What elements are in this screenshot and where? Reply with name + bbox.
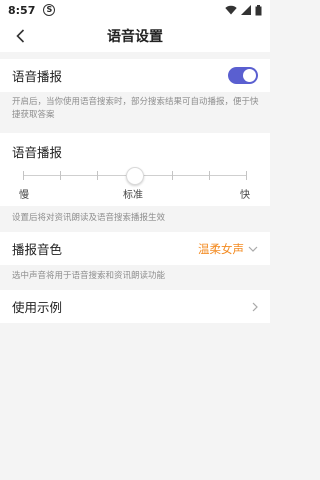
voice-broadcast-toggle[interactable]: [228, 67, 258, 84]
usage-examples-row[interactable]: 使用示例: [0, 290, 270, 323]
app-notification-icon: S: [43, 4, 56, 16]
cellular-signal-icon: [241, 5, 251, 15]
speed-slider-tick: [246, 171, 247, 180]
voice-tone-hint: 选中声音将用于语音搜索和资讯朗读功能: [12, 271, 166, 281]
voice-tone-value: 温柔女声: [198, 241, 244, 256]
status-bar: 8:57 S: [0, 0, 270, 20]
voice-broadcast-label: 语音播报: [12, 69, 63, 84]
speed-slider-tick: [23, 171, 24, 180]
usage-examples-label: 使用示例: [12, 300, 63, 315]
status-time: 8:57: [8, 3, 36, 17]
speed-option-standard[interactable]: 标准: [123, 186, 143, 201]
speed-option-slow[interactable]: 慢: [19, 186, 29, 201]
wifi-icon: [225, 5, 237, 15]
speed-hint: 设置后将对资讯朗读及语音搜索播报生效: [12, 213, 166, 223]
voice-tone-row[interactable]: 播报音色 温柔女声: [0, 232, 270, 265]
speed-slider-thumb[interactable]: [125, 167, 144, 185]
voice-tone-label: 播报音色: [12, 242, 63, 257]
speed-slider-tick: [97, 171, 98, 180]
speed-slider-tick: [172, 171, 173, 180]
speed-slider-tick: [60, 171, 61, 180]
speed-label: 语音播报: [12, 145, 63, 160]
speed-option-fast[interactable]: 快: [240, 186, 250, 201]
chevron-right-icon: [252, 302, 258, 311]
voice-broadcast-row[interactable]: 语音播报: [0, 59, 270, 92]
chevron-down-icon: [248, 246, 258, 252]
back-arrow-icon: [15, 29, 24, 43]
navigation-bar: 语音设置: [0, 20, 270, 52]
speed-slider-tick: [209, 171, 210, 180]
status-icons: [225, 4, 262, 16]
voice-broadcast-hint: 开启后，当你使用语音搜索时，部分搜索结果可自动播报，便于快捷获取答案: [12, 97, 259, 120]
battery-icon: [255, 4, 262, 15]
toggle-knob: [243, 69, 256, 82]
page-title: 语音设置: [107, 29, 163, 45]
back-button[interactable]: [10, 26, 30, 46]
